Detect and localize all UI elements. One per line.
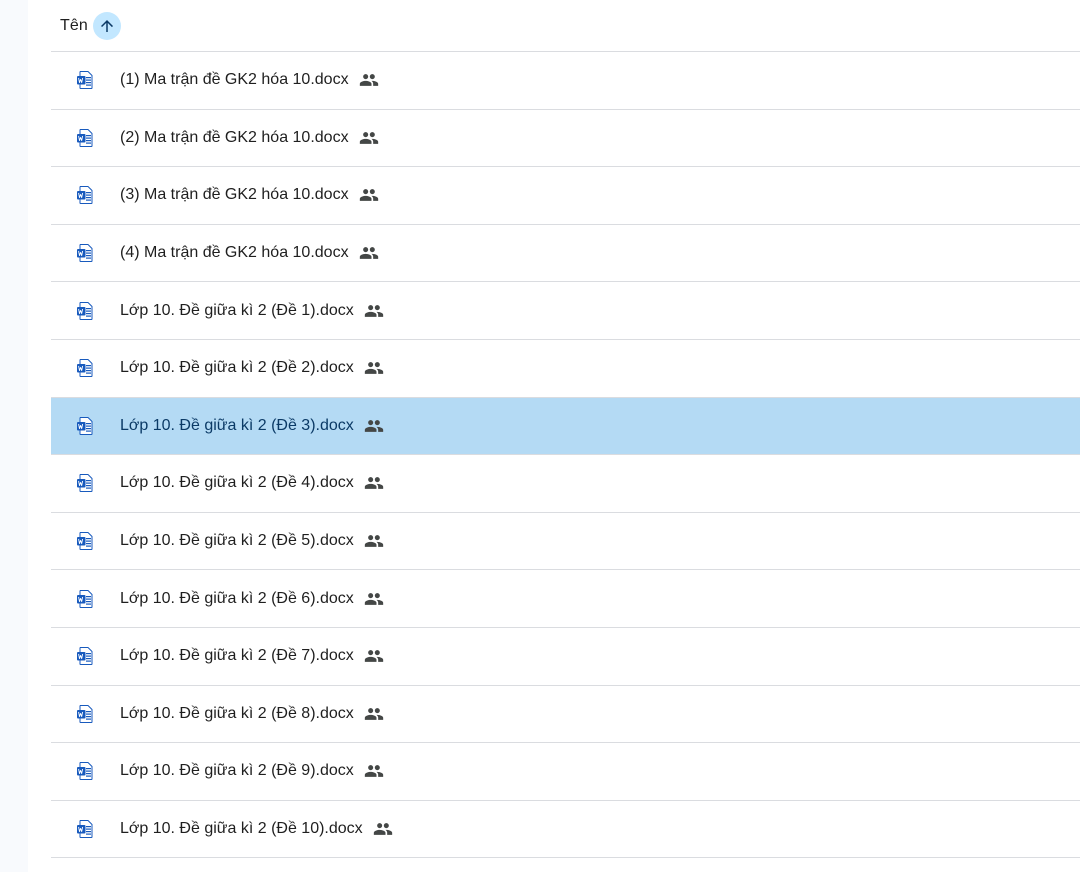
file-row[interactable]: Lớp 10. Đề giữa kì 2 (Đề 8).docx	[51, 686, 1080, 744]
file-name-text: Lớp 10. Đề giữa kì 2 (Đề 9).docx	[120, 762, 354, 780]
file-name-text: Lớp 10. Đề giữa kì 2 (Đề 4).docx	[120, 474, 354, 492]
arrow-up-icon	[100, 19, 113, 32]
word-doc-icon	[75, 589, 95, 609]
file-row[interactable]: Lớp 10. Đề giữa kì 2 (Đề 5).docx	[51, 513, 1080, 571]
word-doc-icon	[75, 416, 95, 436]
file-row[interactable]: Lớp 10. Đề giữa kì 2 (Đề 7).docx	[51, 628, 1080, 686]
shared-people-icon	[359, 185, 379, 205]
file-row[interactable]: Lớp 10. Đề giữa kì 2 (Đề 4).docx	[51, 455, 1080, 513]
file-row[interactable]: Lớp 10. Đề giữa kì 2 (Đề 6).docx	[51, 570, 1080, 628]
file-row[interactable]: Lớp 10. Đề giữa kì 2 (Đề 1).docx	[51, 282, 1080, 340]
file-name-text: (2) Ma trận đề GK2 hóa 10.docx	[120, 128, 349, 146]
file-name: (2) Ma trận đề GK2 hóa 10.docx	[120, 128, 379, 148]
sort-ascending-button[interactable]	[92, 11, 121, 40]
shared-people-icon	[359, 70, 379, 90]
file-name: Lớp 10. Đề giữa kì 2 (Đề 7).docx	[120, 646, 384, 666]
file-name: Lớp 10. Đề giữa kì 2 (Đề 10).docx	[120, 819, 393, 839]
file-name: Lớp 10. Đề giữa kì 2 (Đề 1).docx	[120, 301, 384, 321]
word-doc-icon	[75, 243, 95, 263]
file-row[interactable]: (3) Ma trận đề GK2 hóa 10.docx	[51, 167, 1080, 225]
file-name-text: Lớp 10. Đề giữa kì 2 (Đề 3).docx	[120, 416, 354, 434]
shared-people-icon	[364, 761, 384, 781]
file-row[interactable]: Lớp 10. Đề giữa kì 2 (Đề 10).docx	[51, 801, 1080, 859]
file-name-text: Lớp 10. Đề giữa kì 2 (Đề 6).docx	[120, 589, 354, 607]
shared-people-icon	[364, 301, 384, 321]
file-row[interactable]: Lớp 10. Đề giữa kì 2 (Đề 3).docx	[51, 397, 1080, 456]
file-name: Lớp 10. Đề giữa kì 2 (Đề 3).docx	[120, 416, 384, 436]
file-name-text: Lớp 10. Đề giữa kì 2 (Đề 1).docx	[120, 301, 354, 319]
file-name: (4) Ma trận đề GK2 hóa 10.docx	[120, 243, 379, 263]
word-doc-icon	[75, 301, 95, 321]
file-name: Lớp 10. Đề giữa kì 2 (Đề 6).docx	[120, 589, 384, 609]
file-name: Lớp 10. Đề giữa kì 2 (Đề 9).docx	[120, 761, 384, 781]
word-doc-icon	[75, 358, 95, 378]
shared-people-icon	[364, 704, 384, 724]
file-row[interactable]: Lớp 10. Đề giữa kì 2 (Đề 9).docx	[51, 743, 1080, 801]
shared-people-icon	[364, 646, 384, 666]
left-gutter	[0, 0, 28, 872]
word-doc-icon	[75, 704, 95, 724]
file-name: Lớp 10. Đề giữa kì 2 (Đề 5).docx	[120, 531, 384, 551]
file-name-text: (3) Ma trận đề GK2 hóa 10.docx	[120, 186, 349, 204]
file-name-text: Lớp 10. Đề giữa kì 2 (Đề 5).docx	[120, 532, 354, 550]
word-doc-icon	[75, 128, 95, 148]
file-row[interactable]: (1) Ma trận đề GK2 hóa 10.docx	[51, 52, 1080, 110]
file-name: Lớp 10. Đề giữa kì 2 (Đề 8).docx	[120, 704, 384, 724]
file-list-header: Tên	[51, 0, 1080, 52]
file-name-text: (1) Ma trận đề GK2 hóa 10.docx	[120, 71, 349, 89]
shared-people-icon	[364, 473, 384, 493]
shared-people-icon	[364, 531, 384, 551]
shared-people-icon	[364, 416, 384, 436]
file-name: Lớp 10. Đề giữa kì 2 (Đề 2).docx	[120, 358, 384, 378]
file-name-text: Lớp 10. Đề giữa kì 2 (Đề 8).docx	[120, 704, 354, 722]
word-doc-icon	[75, 531, 95, 551]
shared-people-icon	[373, 819, 393, 839]
shared-people-icon	[359, 128, 379, 148]
file-list-panel: Tên (1) Ma trận đề GK2 hóa 10.docx (2) M…	[28, 0, 1080, 872]
file-name: (3) Ma trận đề GK2 hóa 10.docx	[120, 185, 379, 205]
file-name: (1) Ma trận đề GK2 hóa 10.docx	[120, 70, 379, 90]
file-row[interactable]: (4) Ma trận đề GK2 hóa 10.docx	[51, 225, 1080, 283]
file-name-text: Lớp 10. Đề giữa kì 2 (Đề 7).docx	[120, 647, 354, 665]
word-doc-icon	[75, 473, 95, 493]
shared-people-icon	[364, 589, 384, 609]
shared-people-icon	[364, 358, 384, 378]
word-doc-icon	[75, 70, 95, 90]
file-name-text: Lớp 10. Đề giữa kì 2 (Đề 10).docx	[120, 820, 363, 838]
word-doc-icon	[75, 819, 95, 839]
file-name-text: (4) Ma trận đề GK2 hóa 10.docx	[120, 244, 349, 262]
name-column-header[interactable]: Tên	[60, 17, 88, 35]
shared-people-icon	[359, 243, 379, 263]
file-row[interactable]: Lớp 10. Đề giữa kì 2 (Đề 2).docx	[51, 340, 1080, 398]
file-row[interactable]: (2) Ma trận đề GK2 hóa 10.docx	[51, 110, 1080, 168]
file-list: (1) Ma trận đề GK2 hóa 10.docx (2) Ma tr…	[51, 52, 1080, 859]
file-name-text: Lớp 10. Đề giữa kì 2 (Đề 2).docx	[120, 359, 354, 377]
word-doc-icon	[75, 646, 95, 666]
word-doc-icon	[75, 185, 95, 205]
word-doc-icon	[75, 761, 95, 781]
file-name: Lớp 10. Đề giữa kì 2 (Đề 4).docx	[120, 473, 384, 493]
